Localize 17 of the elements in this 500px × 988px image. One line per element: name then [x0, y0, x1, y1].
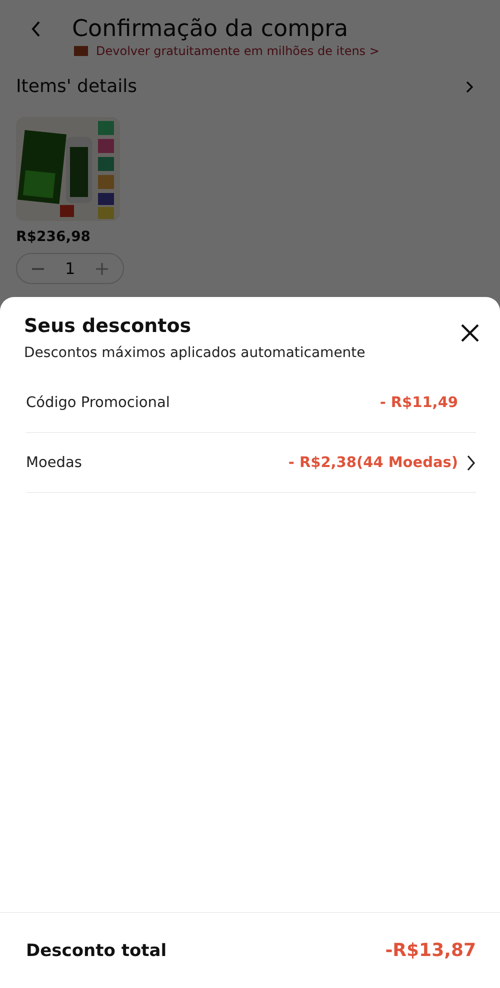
discount-label: Código Promocional	[26, 394, 170, 410]
product-price: R$236,98	[16, 229, 91, 245]
chevron-right-icon[interactable]	[466, 454, 476, 472]
discount-label: Moedas	[26, 454, 82, 470]
sheet-subtitle: Descontos máximos aplicados automaticamente	[24, 345, 366, 361]
plus-icon[interactable]	[95, 262, 110, 276]
section-title: Items' details	[16, 76, 137, 97]
total-amount: -R$13,87	[385, 940, 476, 961]
back-icon[interactable]	[30, 19, 42, 39]
discount-amount: - R$11,49	[380, 394, 458, 410]
close-icon[interactable]	[460, 323, 480, 343]
page-title: Confirmação da compra	[72, 16, 348, 42]
discount-amount: - R$2,38(44 Moedas)	[288, 454, 458, 470]
total-label: Desconto total	[26, 940, 167, 960]
sheet-title: Seus descontos	[24, 315, 192, 337]
quantity-value[interactable]: 1	[65, 259, 76, 278]
return-banner-text[interactable]: Devolver gratuitamente em milhões de itens >	[96, 44, 380, 58]
